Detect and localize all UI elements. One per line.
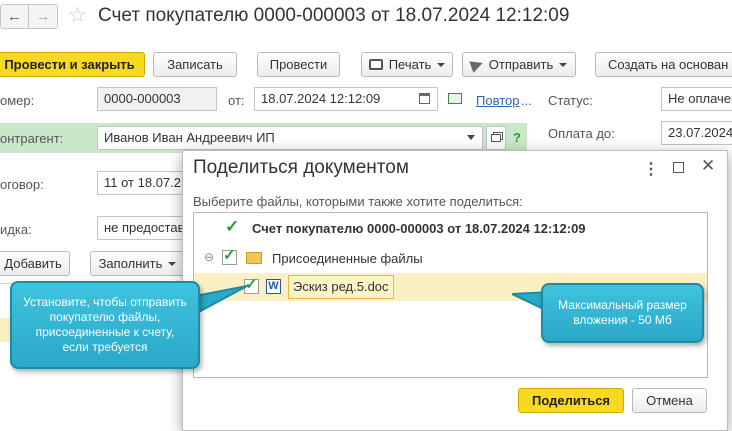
dialog-title: Поделиться документом [193,157,409,178]
printer-icon [368,59,383,70]
favorite-star-icon[interactable]: ☆ [68,4,90,28]
tree-item-root[interactable]: ✓ Счет покупателю 0000-000003 от 18.07.2… [194,215,707,241]
tree-folder-label: Присоединенные файлы [272,251,423,266]
tree-root-label: Счет покупателю 0000-000003 от 18.07.202… [252,221,586,236]
pay-until-field[interactable]: 23.07.2024 [661,121,732,145]
print-button[interactable]: Печать [361,52,453,77]
send-button[interactable]: Отправить [462,52,576,77]
status-field[interactable]: Не оплачен [661,87,732,111]
number-field[interactable]: 0000-000003 [97,87,217,111]
maximize-icon[interactable] [673,162,684,173]
forward-button[interactable]: → [29,5,57,28]
word-document-icon: W [266,279,281,294]
link-ellipsis: ... [521,93,532,108]
nav-buttons: ← → [0,4,58,29]
pay-until-label: Оплата до: [548,126,615,141]
folder-icon [246,252,262,264]
send-icon [469,56,485,73]
check-icon: ✓ [225,217,240,236]
discount-label: идка: [0,222,32,237]
checkbox-check-icon: ✓ [223,247,236,264]
dropdown-caret-icon [559,62,568,67]
callout-right: Максимальный размер вложения - 50 Мб [541,283,704,343]
more-actions-icon[interactable]: ⋮ [643,159,659,179]
create-based-on-button[interactable]: Создать на основан [595,52,732,77]
add-button[interactable]: Добавить [0,251,70,276]
date-label: от: [228,93,245,108]
repeat-icon[interactable] [448,93,462,104]
repeat-link[interactable]: Повтор [476,93,519,108]
open-window-icon [491,134,501,142]
counterparty-field[interactable]: Иванов Иван Андреевич ИП [97,126,483,150]
dialog-prompt: Выберите файлы, которыми также хотите по… [193,194,523,209]
share-button[interactable]: Поделиться [518,388,624,413]
dropdown-caret-icon [168,261,177,266]
back-button[interactable]: ← [1,5,29,28]
date-field[interactable]: 18.07.2024 12:12:09 [254,87,438,111]
post-and-close-button[interactable]: Провести и закрыть [0,52,145,77]
document-title: Счет покупателю 0000-000003 от 18.07.202… [98,5,570,26]
tree-item-folder[interactable]: ⊖ ✓ Присоединенные файлы [194,245,707,271]
discount-field[interactable]: не предоставл [97,216,187,240]
calendar-icon[interactable] [419,93,430,104]
contract-field[interactable]: 11 от 18.07.2 [97,171,187,195]
arrow-left-icon: ← [7,8,22,25]
callout-left-pointer [195,285,248,316]
help-icon[interactable]: ? [513,130,521,145]
open-counterparty-button[interactable] [486,126,506,150]
close-icon[interactable]: ✕ [701,156,715,176]
post-button[interactable]: Провести [257,52,340,77]
arrow-right-icon: → [35,8,51,25]
dropdown-caret-icon [437,62,446,67]
cancel-button[interactable]: Отмена [632,388,707,413]
status-label: Статус: [548,93,593,108]
collapse-icon[interactable]: ⊖ [204,250,214,264]
callout-left: Установите, чтобы отправить покупателю ф… [10,281,200,369]
save-button[interactable]: Записать [153,52,237,77]
number-label: омер: [0,93,35,108]
counterparty-dropdown-icon[interactable] [467,135,475,140]
fill-button[interactable]: Заполнить [90,251,185,276]
contract-label: оговор: [0,177,44,192]
counterparty-label: онтрагент: [0,131,64,146]
tree-file-label: Эскиз ред.5.doc [288,275,394,299]
